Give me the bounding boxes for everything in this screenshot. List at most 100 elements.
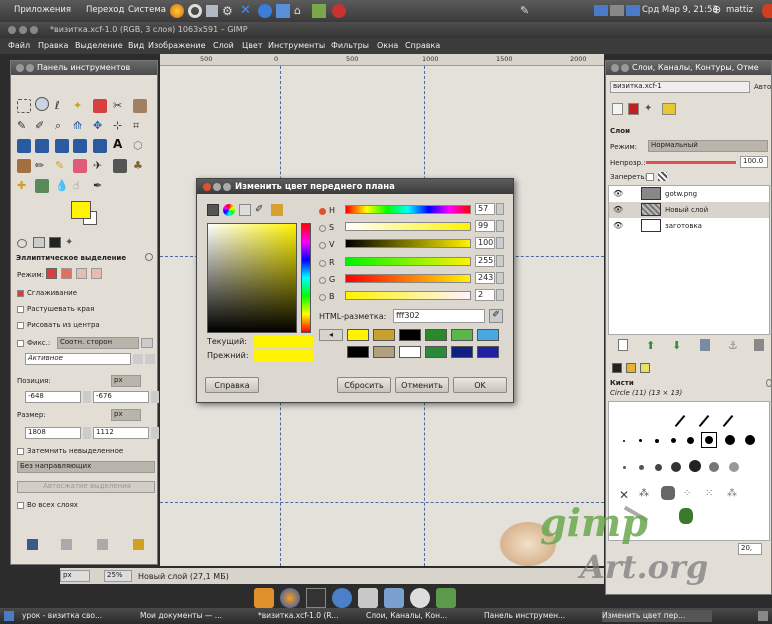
history-tab-icon[interactable] <box>662 103 676 115</box>
delete-layer-icon[interactable] <box>754 339 764 351</box>
brush-item[interactable] <box>623 466 626 469</box>
save-options-icon[interactable] <box>27 539 38 550</box>
auto-shrink-button[interactable]: Автосжатие выделения <box>17 481 155 493</box>
highlight-checkbox[interactable]: Затемнить невыделенное <box>17 447 123 455</box>
duplicate-layer-icon[interactable] <box>700 339 710 351</box>
crop-icon[interactable]: ⌗ <box>133 119 147 133</box>
brush-item[interactable] <box>705 436 713 444</box>
paintbrush-icon[interactable]: ✎ <box>55 159 69 173</box>
menu-filters[interactable]: Фильтры <box>331 41 369 50</box>
fixed-dropdown[interactable]: Соотн. сторон <box>57 337 139 349</box>
cmyk-selector-tab-icon[interactable] <box>239 204 251 216</box>
layer-row[interactable]: 👁 gotw.png <box>609 186 769 202</box>
dock-app-icon[interactable] <box>436 588 456 608</box>
brush-item[interactable] <box>655 439 659 443</box>
channel-h-input[interactable]: 57 <box>475 203 495 215</box>
bucket-fill-icon[interactable] <box>17 159 31 173</box>
history-swatch[interactable] <box>347 346 369 358</box>
history-swatch[interactable] <box>477 346 499 358</box>
zoom-icon[interactable]: ⌕ <box>55 119 69 133</box>
brushes-tab-icon[interactable] <box>612 363 622 373</box>
size-width-input[interactable]: 1808 <box>25 427 81 439</box>
taskbar-item[interactable]: Изменить цвет пер... <box>602 610 712 622</box>
eye-icon[interactable]: 👁 <box>613 205 623 214</box>
paint-icon[interactable] <box>312 4 326 18</box>
menu-windows[interactable]: Окна <box>377 41 398 50</box>
brush-item[interactable] <box>745 435 755 445</box>
fixed-toggle-icon[interactable] <box>141 338 153 348</box>
layer-name[interactable]: gotw.png <box>665 190 697 198</box>
layer-name[interactable]: заготовка <box>665 222 702 230</box>
previous-color-swatch[interactable] <box>253 350 313 362</box>
reset-options-icon[interactable] <box>133 539 144 550</box>
smudge-icon[interactable]: ☝ <box>73 179 87 193</box>
dock-app-icon[interactable] <box>384 588 404 608</box>
text-tool-icon[interactable]: A <box>113 137 127 151</box>
shear-icon[interactable] <box>55 139 69 153</box>
airbrush-icon[interactable]: ✈ <box>93 159 107 173</box>
measure-icon[interactable]: ⟰ <box>73 119 87 133</box>
mode-intersect-icon[interactable] <box>91 268 102 279</box>
applications-menu[interactable]: Приложения <box>14 5 71 15</box>
brush-item[interactable] <box>639 439 642 442</box>
channel-g-spinner[interactable] <box>496 272 504 284</box>
mode-subtract-icon[interactable] <box>76 268 87 279</box>
history-swatch[interactable] <box>373 346 395 358</box>
brushes-menu-icon[interactable] <box>766 379 772 387</box>
channel-h-spinner[interactable] <box>496 203 504 215</box>
patterns-tab-icon[interactable] <box>626 363 636 373</box>
color-picker-icon[interactable]: ✐ <box>35 119 49 133</box>
monitor-icon[interactable] <box>206 5 218 17</box>
go-menu[interactable]: Переход <box>86 5 124 15</box>
new-layer-icon[interactable] <box>618 339 628 351</box>
dock-app-icon[interactable] <box>254 588 274 608</box>
panel-close-icon[interactable] <box>611 64 619 72</box>
size-height-spinner[interactable] <box>151 427 159 439</box>
paths-icon[interactable]: ✎ <box>17 119 31 133</box>
window-maximize-icon[interactable] <box>30 26 38 34</box>
menu-image[interactable]: Изображение <box>148 41 206 50</box>
toolbox-titlebar[interactable]: Панель инструментов <box>11 61 157 75</box>
device-status-tab-icon[interactable] <box>33 237 45 248</box>
panel-close-icon[interactable] <box>16 64 24 72</box>
draw-from-center-checkbox[interactable]: Рисовать из центра <box>17 321 100 329</box>
lasso-icon[interactable]: ℓ <box>55 99 69 113</box>
zoom-dropdown[interactable]: 25% <box>104 570 132 582</box>
menu-view[interactable]: Вид <box>128 41 144 50</box>
color-saturation-value-area[interactable] <box>207 223 297 333</box>
ink-icon[interactable] <box>113 159 127 173</box>
tools-icon[interactable]: ✕ <box>240 3 254 18</box>
channels-tab-icon[interactable] <box>628 103 639 115</box>
size-width-spinner[interactable] <box>83 427 91 439</box>
menu-edit[interactable]: Правка <box>38 41 68 50</box>
opacity-slider[interactable] <box>646 161 736 164</box>
restore-options-button-icon[interactable] <box>61 539 72 550</box>
history-swatch[interactable] <box>425 346 447 358</box>
channel-b-radio[interactable] <box>319 294 326 301</box>
brush-item[interactable] <box>661 486 675 500</box>
history-swatch[interactable] <box>451 329 473 341</box>
file-manager-icon[interactable] <box>276 4 290 18</box>
help-button[interactable]: Справка <box>205 377 259 393</box>
perspective-clone-icon[interactable] <box>35 179 49 193</box>
position-y-input[interactable]: -676 <box>93 391 149 403</box>
mode-add-icon[interactable] <box>61 268 72 279</box>
home-icon[interactable]: ⌂ <box>294 4 308 18</box>
history-swatch[interactable] <box>425 329 447 341</box>
palette-selector-tab-icon[interactable] <box>271 204 283 216</box>
scale-icon[interactable] <box>35 139 49 153</box>
guides-dropdown[interactable]: Без направляющих <box>17 461 155 473</box>
brush-item[interactable] <box>674 414 686 428</box>
gimp-icon[interactable] <box>332 4 346 18</box>
layer-row[interactable]: 👁 Новый слой <box>609 202 769 218</box>
perspective-icon[interactable] <box>73 139 87 153</box>
calendar-icon[interactable] <box>626 5 640 16</box>
channel-v-input[interactable]: 100 <box>475 237 495 249</box>
circle-launcher-icon[interactable] <box>188 4 202 18</box>
menu-file[interactable]: Файл <box>8 41 30 50</box>
color-select-icon[interactable] <box>93 99 107 113</box>
heal-icon[interactable]: ✚ <box>17 179 31 193</box>
watercolor-selector-tab-icon[interactable]: ✐ <box>255 204 267 216</box>
eraser-icon[interactable] <box>73 159 87 173</box>
rect-select-icon[interactable] <box>17 99 31 113</box>
